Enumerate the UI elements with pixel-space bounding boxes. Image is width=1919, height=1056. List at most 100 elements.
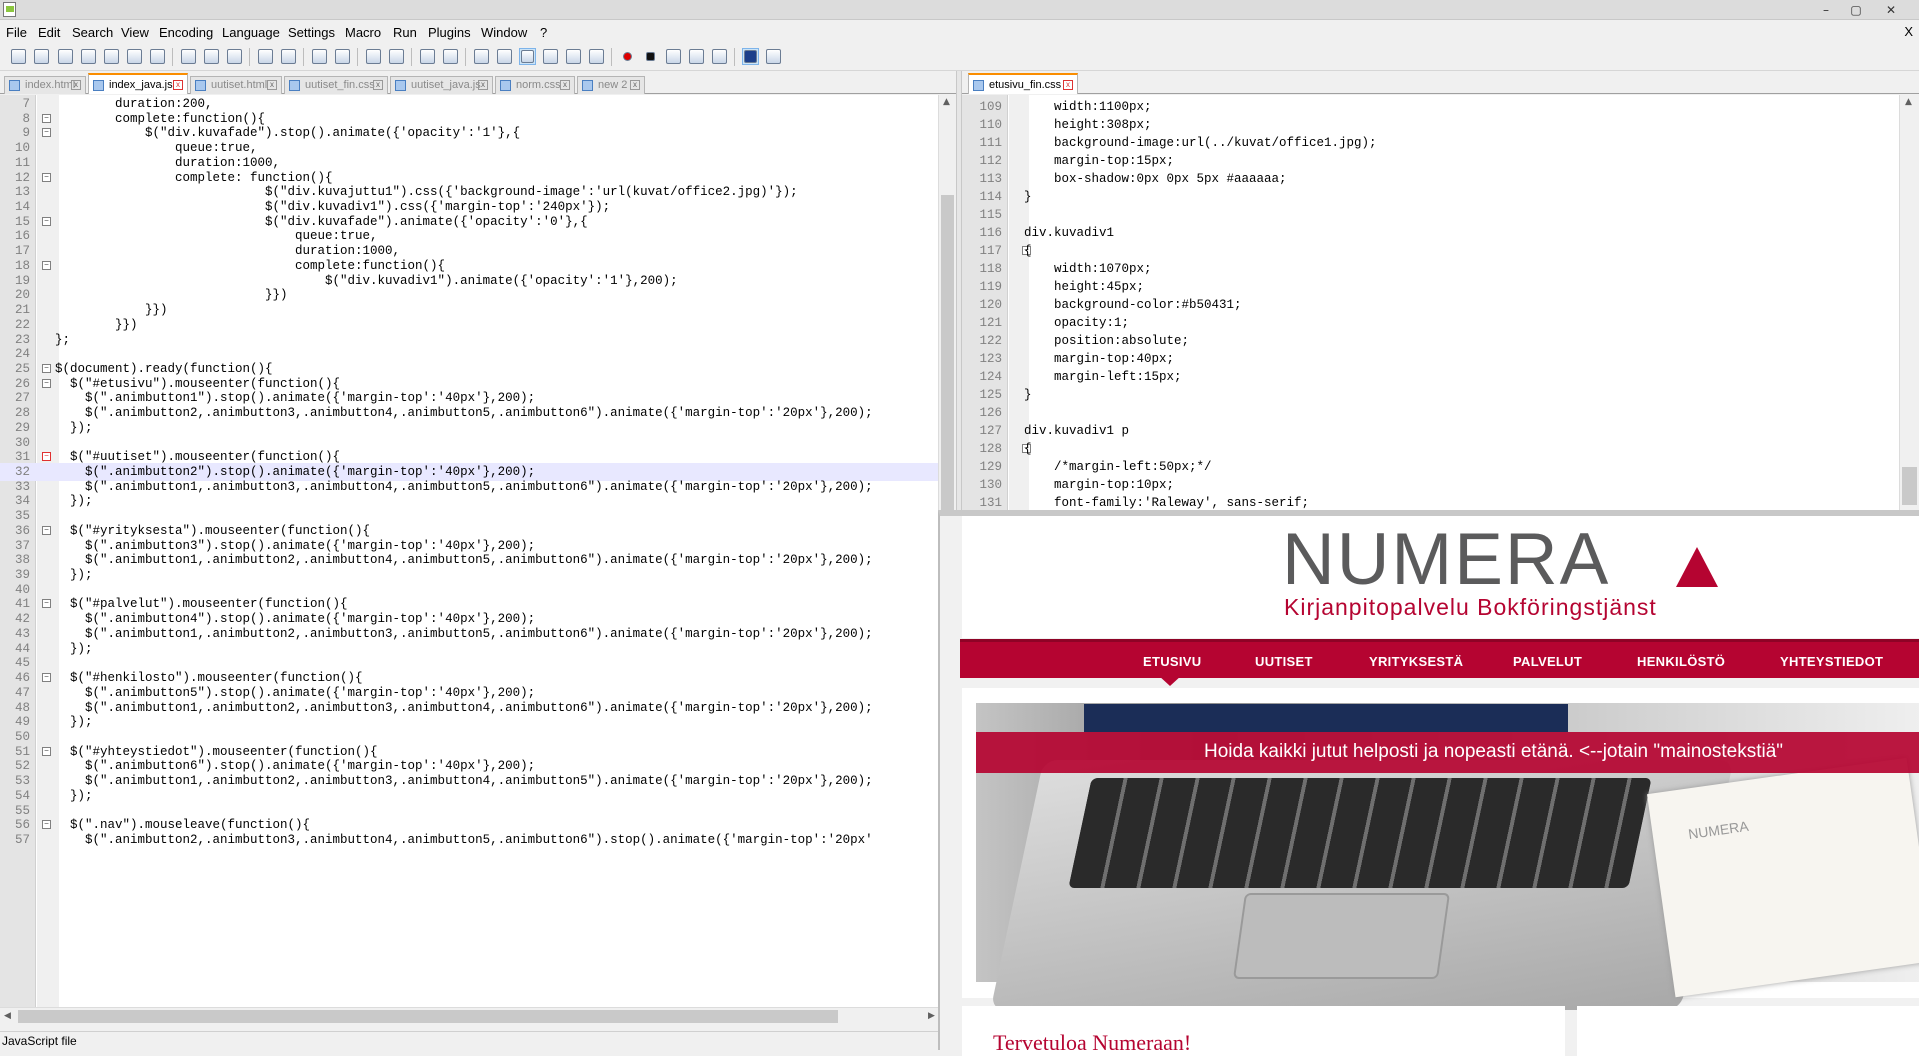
redo-icon[interactable] [280, 48, 297, 65]
folder-workspace-icon[interactable] [588, 48, 605, 65]
save-icon[interactable] [57, 48, 74, 65]
fold-toggle-icon[interactable]: − [42, 525, 51, 535]
close-all-icon[interactable] [126, 48, 143, 65]
close-tab-icon[interactable]: x [560, 80, 570, 90]
minimize-button[interactable]: – [1812, 0, 1840, 20]
code-line[interactable]: 109 width:1100px; [962, 98, 1899, 116]
zoom-in-icon[interactable] [365, 48, 382, 65]
maximize-button[interactable]: ▢ [1842, 0, 1870, 20]
code-line[interactable]: 113 box-shadow:0px 0px 5px #aaaaaa; [962, 170, 1899, 188]
code-line[interactable]: 124 margin-left:15px; [962, 368, 1899, 386]
print-icon[interactable] [149, 48, 166, 65]
code-line[interactable]: 130 margin-top:10px; [962, 476, 1899, 494]
close-tab-icon[interactable]: x [478, 80, 488, 90]
code-line[interactable]: 129 /*margin-left:50px;*/ [962, 458, 1899, 476]
stop-macro-icon[interactable] [642, 48, 659, 65]
menu-plugins[interactable]: Plugins [428, 25, 471, 40]
nav-henkilosto[interactable]: HENKILÖSTÖ [1637, 654, 1725, 669]
scroll-left-icon[interactable]: ◀ [4, 1011, 11, 1021]
menu-search[interactable]: Search [72, 25, 113, 40]
nav-yhteystiedot[interactable]: YHTEYSTIEDOT [1780, 654, 1883, 669]
close-window-button[interactable]: ✕ [1877, 0, 1905, 20]
spell-check-icon[interactable] [742, 48, 759, 65]
menu-encoding[interactable]: Encoding [159, 25, 213, 40]
scroll-thumb[interactable] [18, 1010, 838, 1023]
menu-settings[interactable]: Settings [288, 25, 335, 40]
tab-uutiset-java-js[interactable]: uutiset_java.js x [390, 76, 493, 94]
open-file-icon[interactable] [33, 48, 50, 65]
tab-new-2[interactable]: new 2x [577, 76, 645, 94]
fold-toggle-icon[interactable]: − [42, 673, 51, 683]
code-line[interactable]: 57 $(".animbutton2,.animbutton3,.animbut… [0, 831, 938, 849]
code-line[interactable]: 131 font-family:'Raleway', sans-serif; [962, 494, 1899, 510]
menu-macro[interactable]: Macro [345, 25, 381, 40]
nav-etusivu[interactable]: ETUSIVU [1143, 654, 1201, 669]
code-line[interactable]: 114} [962, 188, 1899, 206]
close-tab-icon[interactable]: x [1063, 80, 1073, 90]
scroll-thumb[interactable] [1902, 467, 1917, 505]
document-map-icon[interactable] [542, 48, 559, 65]
close-document-button[interactable]: X [1904, 24, 1913, 39]
tab-index-java-js[interactable]: index_java.js x [88, 73, 188, 94]
run-macro-multiple-icon[interactable] [688, 48, 705, 65]
code-line[interactable]: 120 background-color:#b50431; [962, 296, 1899, 314]
menu-help[interactable]: ? [540, 25, 547, 40]
scroll-up-icon[interactable]: ▲ [1905, 97, 1912, 107]
code-line[interactable]: 126 [962, 404, 1899, 422]
word-wrap-icon[interactable] [473, 48, 490, 65]
menu-file[interactable]: File [6, 25, 27, 40]
fold-toggle-icon[interactable]: − [42, 746, 51, 756]
fold-toggle-icon[interactable]: − [42, 113, 51, 123]
tab-index-html[interactable]: index.html x [4, 76, 86, 94]
nav-yrityksesta[interactable]: YRITYKSESTÄ [1369, 654, 1463, 669]
right-code-editor[interactable]: 109 width:1100px; 110 height:308px; 111 ba… [962, 95, 1899, 510]
close-tab-icon[interactable]: x [267, 80, 277, 90]
zoom-out-icon[interactable] [388, 48, 405, 65]
tab-etusivu-fin-css[interactable]: etusivu_fin.css x [968, 73, 1078, 94]
menu-edit[interactable]: Edit [38, 25, 60, 40]
close-tab-icon[interactable]: x [173, 80, 183, 90]
left-horizontal-scrollbar[interactable]: ◀ ▶ [0, 1007, 956, 1025]
nav-uutiset[interactable]: UUTISET [1255, 654, 1313, 669]
sync-vertical-icon[interactable] [419, 48, 436, 65]
fold-toggle-icon[interactable]: − [42, 599, 51, 609]
close-tab-icon[interactable]: x [373, 80, 383, 90]
code-line[interactable]: 115 [962, 206, 1899, 224]
menu-run[interactable]: Run [393, 25, 417, 40]
new-file-icon[interactable] [10, 48, 27, 65]
fold-toggle-icon[interactable]: − [42, 378, 51, 388]
left-code-editor[interactable]: 7 duration:200, 8− complete:function(){9−… [0, 95, 938, 1007]
tab-uutiset-fin-css[interactable]: uutiset_fin.css x [284, 76, 388, 94]
undo-icon[interactable] [257, 48, 274, 65]
replace-icon[interactable] [334, 48, 351, 65]
close-tab-icon[interactable]: x [71, 80, 81, 90]
fold-toggle-icon[interactable]: − [42, 128, 51, 138]
close-file-icon[interactable] [103, 48, 120, 65]
close-tab-icon[interactable]: x [630, 80, 640, 90]
code-line[interactable]: 123 margin-top:40px; [962, 350, 1899, 368]
play-macro-icon[interactable] [665, 48, 682, 65]
cut-icon[interactable] [180, 48, 197, 65]
nav-palvelut[interactable]: PALVELUT [1513, 654, 1582, 669]
paste-icon[interactable] [226, 48, 243, 65]
find-icon[interactable] [311, 48, 328, 65]
fold-toggle-icon[interactable]: − [42, 216, 51, 226]
code-line[interactable]: 122 position:absolute; [962, 332, 1899, 350]
code-line[interactable]: 111 background-image:url(../kuvat/office… [962, 134, 1899, 152]
fold-toggle-icon[interactable]: − [42, 363, 51, 373]
code-line[interactable]: 117−{ [962, 242, 1899, 260]
plugin-icon[interactable] [765, 48, 782, 65]
save-all-icon[interactable] [80, 48, 97, 65]
fold-toggle-icon[interactable]: − [42, 172, 51, 182]
function-list-icon[interactable] [565, 48, 582, 65]
code-line[interactable]: 112 margin-top:15px; [962, 152, 1899, 170]
fold-toggle-icon[interactable]: − [42, 820, 51, 830]
code-line[interactable]: 121 opacity:1; [962, 314, 1899, 332]
code-line[interactable]: 127 div.kuvadiv1 p [962, 422, 1899, 440]
code-line[interactable]: 116 div.kuvadiv1 [962, 224, 1899, 242]
menu-window[interactable]: Window [481, 25, 527, 40]
record-macro-icon[interactable] [619, 48, 636, 65]
code-line[interactable]: 125} [962, 386, 1899, 404]
code-line[interactable]: 119 height:45px; [962, 278, 1899, 296]
menu-language[interactable]: Language [222, 25, 280, 40]
